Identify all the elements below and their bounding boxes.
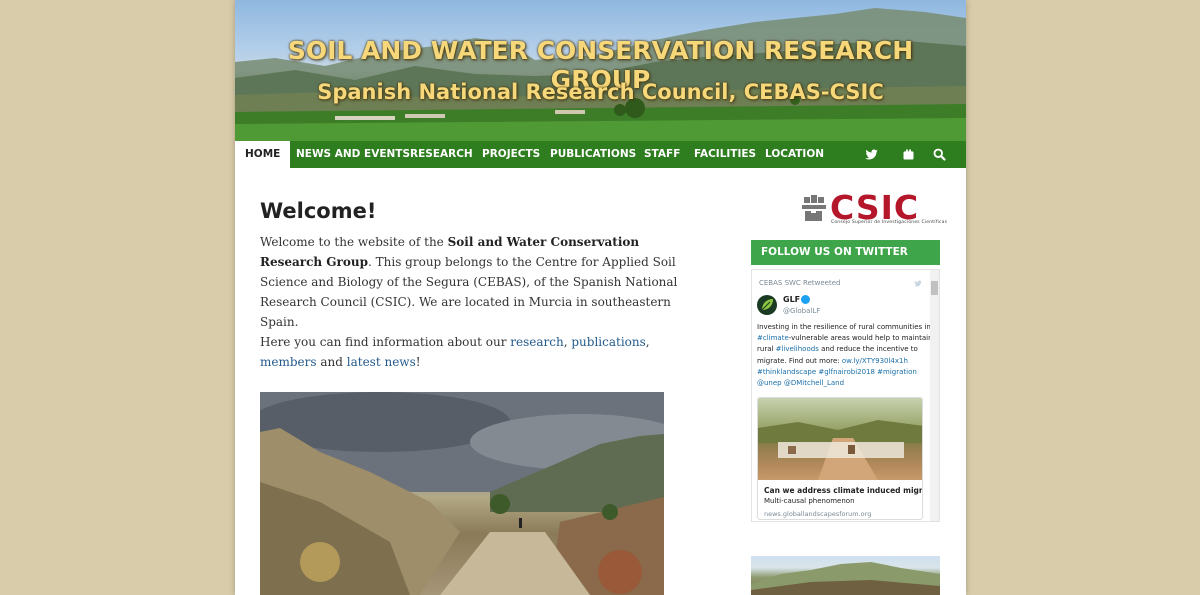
scrollbar-thumb[interactable] — [931, 281, 938, 295]
page-heading: Welcome! — [260, 199, 377, 223]
info-paragraph: Here you can find information about our … — [260, 332, 700, 372]
tweet-author-name[interactable]: GLF — [783, 295, 800, 304]
verified-badge-icon — [801, 295, 810, 304]
tweet-hashtag-link[interactable]: #livelihoods — [776, 345, 819, 353]
info-text-3: ! — [415, 355, 421, 369]
tweet-hashtag-link[interactable]: ow.ly/XTY930l4x1h — [842, 357, 908, 365]
tweet-line: #thinklandscape #glfnairobi2018 #migrati… — [757, 367, 925, 378]
tweet-hashtag-link[interactable]: @unep @DMitchell_Land — [757, 379, 844, 387]
main-navigation: HOME NEWS AND EVENTS RESEARCH PROJECTS P… — [235, 141, 966, 168]
tweet-line: Investing in the resilience of rural com… — [757, 322, 931, 333]
nav-item-facilities[interactable]: FACILITIES — [684, 141, 766, 168]
tweet-link-card[interactable]: Can we address climate induced migra... … — [757, 397, 923, 520]
link-latest-news[interactable]: latest news — [347, 355, 416, 369]
page-container: SOIL AND WATER CONSERVATION RESEARCH GRO… — [235, 0, 966, 595]
header-banner[interactable]: SOIL AND WATER CONSERVATION RESEARCH GRO… — [235, 0, 966, 141]
tweet-text: rural — [757, 345, 776, 354]
tweet-text: -vulnerable areas would help to maintain — [788, 334, 933, 343]
csic-emblem-icon — [800, 193, 827, 225]
tweet-line: rural #livelihoods and reduce the incent… — [757, 344, 925, 355]
link-members[interactable]: members — [260, 355, 317, 369]
tweet-author-avatar[interactable] — [757, 295, 777, 315]
glf-leaf-icon — [761, 299, 773, 311]
tweet-hashtag-link[interactable]: #climate — [757, 334, 789, 342]
twitter-heading: FOLLOW US ON TWITTER — [751, 240, 940, 265]
info-text-2: and — [316, 355, 347, 369]
nav-item-staff[interactable]: STAFF — [634, 141, 690, 168]
nav-item-location[interactable]: LOCATION — [755, 141, 834, 168]
tweet-line: @unep @DMitchell_Land — [757, 378, 925, 389]
landscape-photo — [260, 392, 664, 595]
tweet-card-title[interactable]: Can we address climate induced migra... — [764, 486, 922, 495]
welcome-text-1: Welcome to the website of the — [260, 235, 448, 249]
tweet-card-subtitle: Multi-causal phenomenon — [764, 497, 855, 505]
tweet-line: #climate-vulnerable areas would help to … — [757, 333, 933, 344]
link-research[interactable]: research — [510, 335, 563, 349]
welcome-paragraph: Welcome to the website of the Soil and W… — [260, 232, 700, 332]
tweet-text: Investing in the resilience of rural com… — [757, 323, 931, 331]
tweet-card-art — [758, 420, 922, 480]
tweet-body: Investing in the resilience of rural com… — [757, 322, 933, 389]
sidebar-photo[interactable] — [751, 556, 940, 595]
tweet-text: and reduce the incentive to — [818, 345, 918, 354]
tweet-line: migrate. Find out more: ow.ly/XTY930l4x1… — [757, 356, 925, 367]
search-icon[interactable] — [932, 147, 947, 162]
twitter-icon[interactable] — [864, 147, 879, 162]
nav-item-publications[interactable]: PUBLICATIONS — [540, 141, 646, 168]
tweet-text: migrate. Find out more: — [757, 356, 842, 365]
flickr-icon[interactable] — [901, 147, 916, 162]
nav-item-research[interactable]: RESEARCH — [400, 141, 483, 168]
tweet-card-image — [758, 398, 922, 480]
sidebar-photo-art — [751, 562, 940, 595]
tweet-author-handle[interactable]: @GlobalLF — [783, 307, 820, 315]
info-text-1: Here you can find information about our — [260, 335, 511, 349]
info-sep-2: , — [645, 335, 650, 349]
nav-item-projects[interactable]: PROJECTS — [472, 141, 550, 168]
link-publications[interactable]: publications — [571, 335, 645, 349]
csic-logo[interactable]: CSIC Consejo Superior de Investigaciones… — [800, 188, 948, 229]
landscape-photo-art — [260, 392, 664, 595]
tweet-card-url[interactable]: news.globallandscapesforum.org — [764, 510, 871, 518]
retweet-label: CEBAS SWC Retweeted — [759, 279, 841, 287]
nav-item-home[interactable]: HOME — [235, 141, 291, 168]
twitter-feed[interactable]: CEBAS SWC Retweeted GLF @GlobalLF Invest… — [751, 269, 940, 522]
tweet-hashtag-link[interactable]: #thinklandscape #glfnairobi2018 #migrati… — [757, 368, 917, 376]
csic-logo-subtext: Consejo Superior de Investigaciones Cien… — [831, 220, 948, 225]
twitter-feed-scrollbar[interactable] — [930, 270, 939, 521]
site-subtitle: Spanish National Research Council, CEBAS… — [317, 80, 884, 104]
twitter-bird-icon[interactable] — [913, 279, 923, 288]
